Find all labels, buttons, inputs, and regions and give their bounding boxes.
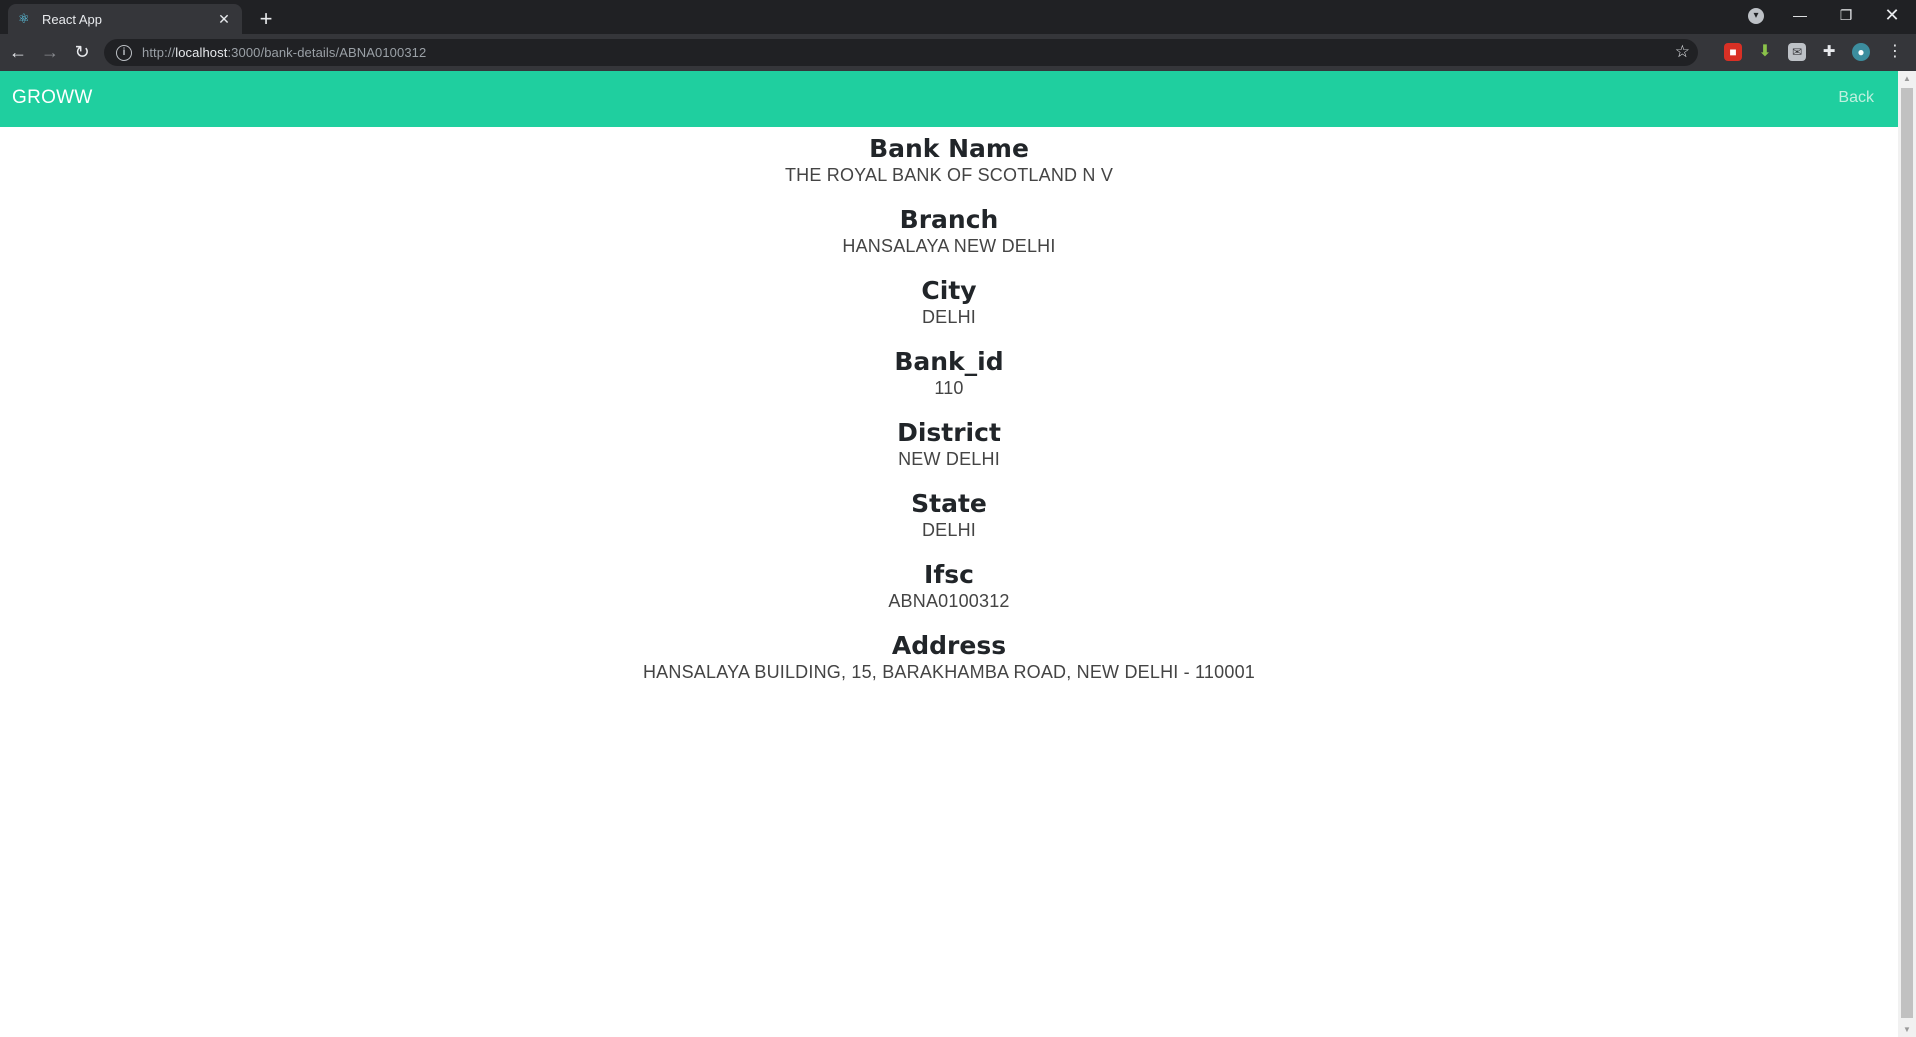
field-value: THE ROYAL BANK OF SCOTLAND N V [784, 165, 1114, 185]
field-label: Bank_id [894, 347, 1004, 376]
field-district: District NEW DELHI [0, 411, 1898, 482]
info-icon[interactable]: i [116, 44, 132, 61]
app-navbar: GROWW Back [0, 71, 1898, 127]
field-bank-name: Bank Name THE ROYAL BANK OF SCOTLAND N V [0, 127, 1898, 198]
field-value: HANSALAYA NEW DELHI [842, 236, 1056, 256]
window-close-icon[interactable]: ✕ [1872, 0, 1912, 30]
bank-details: Bank Name THE ROYAL BANK OF SCOTLAND N V… [0, 127, 1898, 695]
tab-title: React App [42, 11, 102, 27]
field-city: City DELHI [0, 269, 1898, 340]
reload-icon[interactable]: ↻ [69, 39, 95, 65]
kebab-menu-icon[interactable]: ⋮ [1886, 43, 1904, 61]
field-value: ABNA0100312 [888, 591, 1010, 611]
forward-arrow-icon[interactable]: → [37, 39, 63, 65]
page-scrollbar[interactable]: ▲ ▼ [1898, 71, 1916, 1037]
field-label: Bank Name [869, 134, 1029, 163]
star-icon[interactable]: ☆ [1675, 42, 1690, 62]
react-icon: ⚛ [18, 11, 30, 26]
profile-dropdown-icon[interactable]: ▾ [1748, 8, 1764, 24]
close-icon[interactable]: ✕ [216, 11, 232, 27]
address-bar[interactable]: i http://localhost:3000/bank-details/ABN… [104, 39, 1698, 66]
field-value: NEW DELHI [898, 449, 1000, 469]
scroll-up-arrow-icon[interactable]: ▲ [1902, 74, 1912, 83]
browser-tab-bar: ⚛ React App ✕ + ▾ — ❐ ✕ [0, 0, 1916, 34]
new-tab-button[interactable]: + [254, 7, 278, 31]
field-value: DELHI [921, 520, 976, 540]
field-address: Address HANSALAYA BUILDING, 15, BARAKHAM… [0, 624, 1898, 695]
puzzle-icon[interactable]: ✚ [1820, 43, 1838, 61]
field-value: DELHI [921, 307, 976, 327]
browser-tab[interactable]: ⚛ React App ✕ [8, 4, 242, 34]
minimize-icon[interactable]: — [1782, 0, 1818, 30]
field-bank-id: Bank_id 110 [0, 340, 1898, 411]
download-extension-icon[interactable]: ⬇ [1756, 43, 1774, 61]
field-label: City [921, 276, 977, 305]
field-label: State [911, 489, 987, 518]
back-link[interactable]: Back [1838, 89, 1874, 107]
field-value: HANSALAYA BUILDING, 15, BARAKHAMBA ROAD,… [642, 662, 1255, 682]
field-branch: Branch HANSALAYA NEW DELHI [0, 198, 1898, 269]
field-label: Address [891, 631, 1007, 660]
scroll-thumb[interactable] [1901, 88, 1913, 1018]
browser-toolbar: ← → ↻ i http://localhost:3000/bank-detai… [0, 34, 1916, 71]
field-state: State DELHI [0, 482, 1898, 553]
app-page: GROWW Back Bank Name THE ROYAL BANK OF S… [0, 71, 1898, 1037]
field-value: 110 [934, 378, 964, 398]
avatar[interactable]: ● [1852, 43, 1870, 61]
field-label: Ifsc [924, 560, 974, 589]
back-arrow-icon[interactable]: ← [5, 39, 31, 65]
field-label: Branch [899, 205, 999, 234]
lock-extension-icon[interactable]: ■ [1724, 43, 1742, 61]
brand-logo-text[interactable]: GROWW [12, 87, 93, 109]
mail-extension-icon[interactable]: ✉ [1788, 43, 1806, 61]
field-label: District [897, 418, 1001, 447]
field-ifsc: Ifsc ABNA0100312 [0, 553, 1898, 624]
restore-icon[interactable]: ❐ [1828, 0, 1864, 30]
scroll-down-arrow-icon[interactable]: ▼ [1902, 1025, 1912, 1034]
url-text: http://localhost:3000/bank-details/ABNA0… [142, 45, 427, 60]
